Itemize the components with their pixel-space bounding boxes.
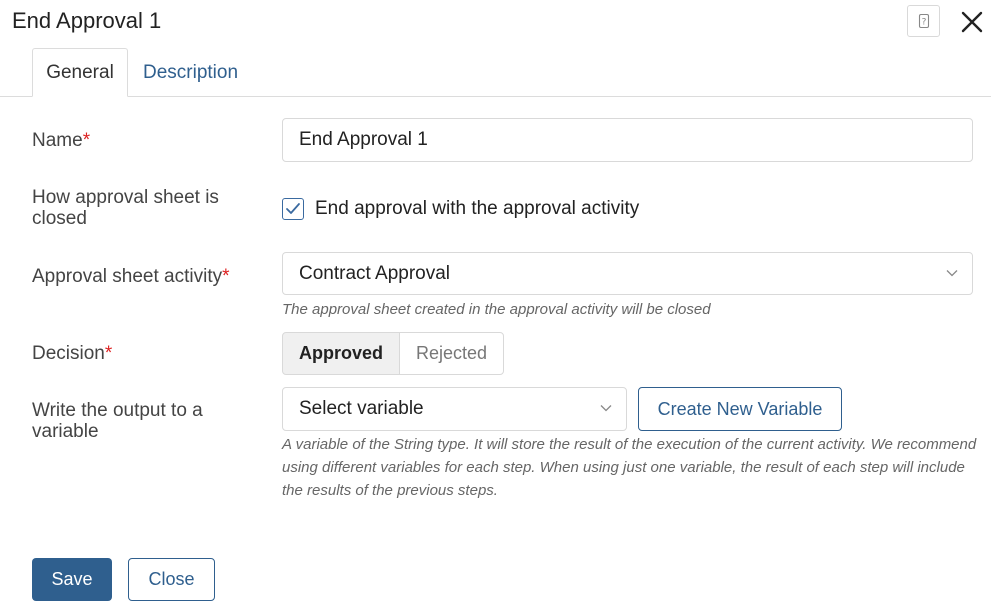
tab-general[interactable]: General — [32, 48, 128, 97]
create-new-variable-button[interactable]: Create New Variable — [638, 387, 842, 431]
chevron-down-icon — [946, 269, 958, 276]
approval-activity-select[interactable]: Contract Approval — [282, 252, 973, 295]
tab-description[interactable]: Description — [129, 48, 252, 97]
output-variable-hint: A variable of the String type. It will s… — [282, 436, 977, 499]
name-label: Name* — [32, 130, 91, 151]
required-mark: * — [104, 343, 113, 364]
output-variable-select[interactable]: Select variable — [282, 387, 627, 431]
svg-text:?: ? — [921, 18, 926, 28]
end-approval-checkbox[interactable] — [282, 198, 304, 220]
check-icon — [286, 203, 300, 214]
close-button[interactable]: Close — [128, 558, 215, 601]
dialog-title: End Approval 1 — [12, 8, 162, 33]
closing-label: How approval sheet is closed — [32, 187, 219, 229]
save-button[interactable]: Save — [32, 558, 112, 601]
close-dialog-button[interactable] — [960, 10, 984, 34]
required-mark: * — [222, 266, 230, 287]
decision-rejected-button[interactable]: Rejected — [399, 332, 504, 375]
close-x-icon — [961, 11, 983, 33]
decision-label: Decision* — [32, 343, 113, 364]
help-question-icon: ? — [918, 13, 929, 29]
decision-approved-button[interactable]: Approved — [282, 332, 400, 375]
activity-label: Approval sheet activity* — [32, 266, 230, 287]
activity-hint: The approval sheet created in the approv… — [282, 301, 711, 318]
approval-activity-value: Contract Approval — [299, 262, 451, 284]
output-variable-label: Write the output to a variable — [32, 400, 203, 442]
output-variable-value: Select variable — [299, 398, 424, 419]
required-mark: * — [82, 130, 91, 151]
name-input[interactable]: End Approval 1 — [282, 118, 973, 162]
chevron-down-icon — [600, 405, 612, 412]
end-approval-checkbox-label[interactable]: End approval with the approval activity — [315, 198, 639, 220]
help-button[interactable]: ? — [907, 5, 940, 37]
